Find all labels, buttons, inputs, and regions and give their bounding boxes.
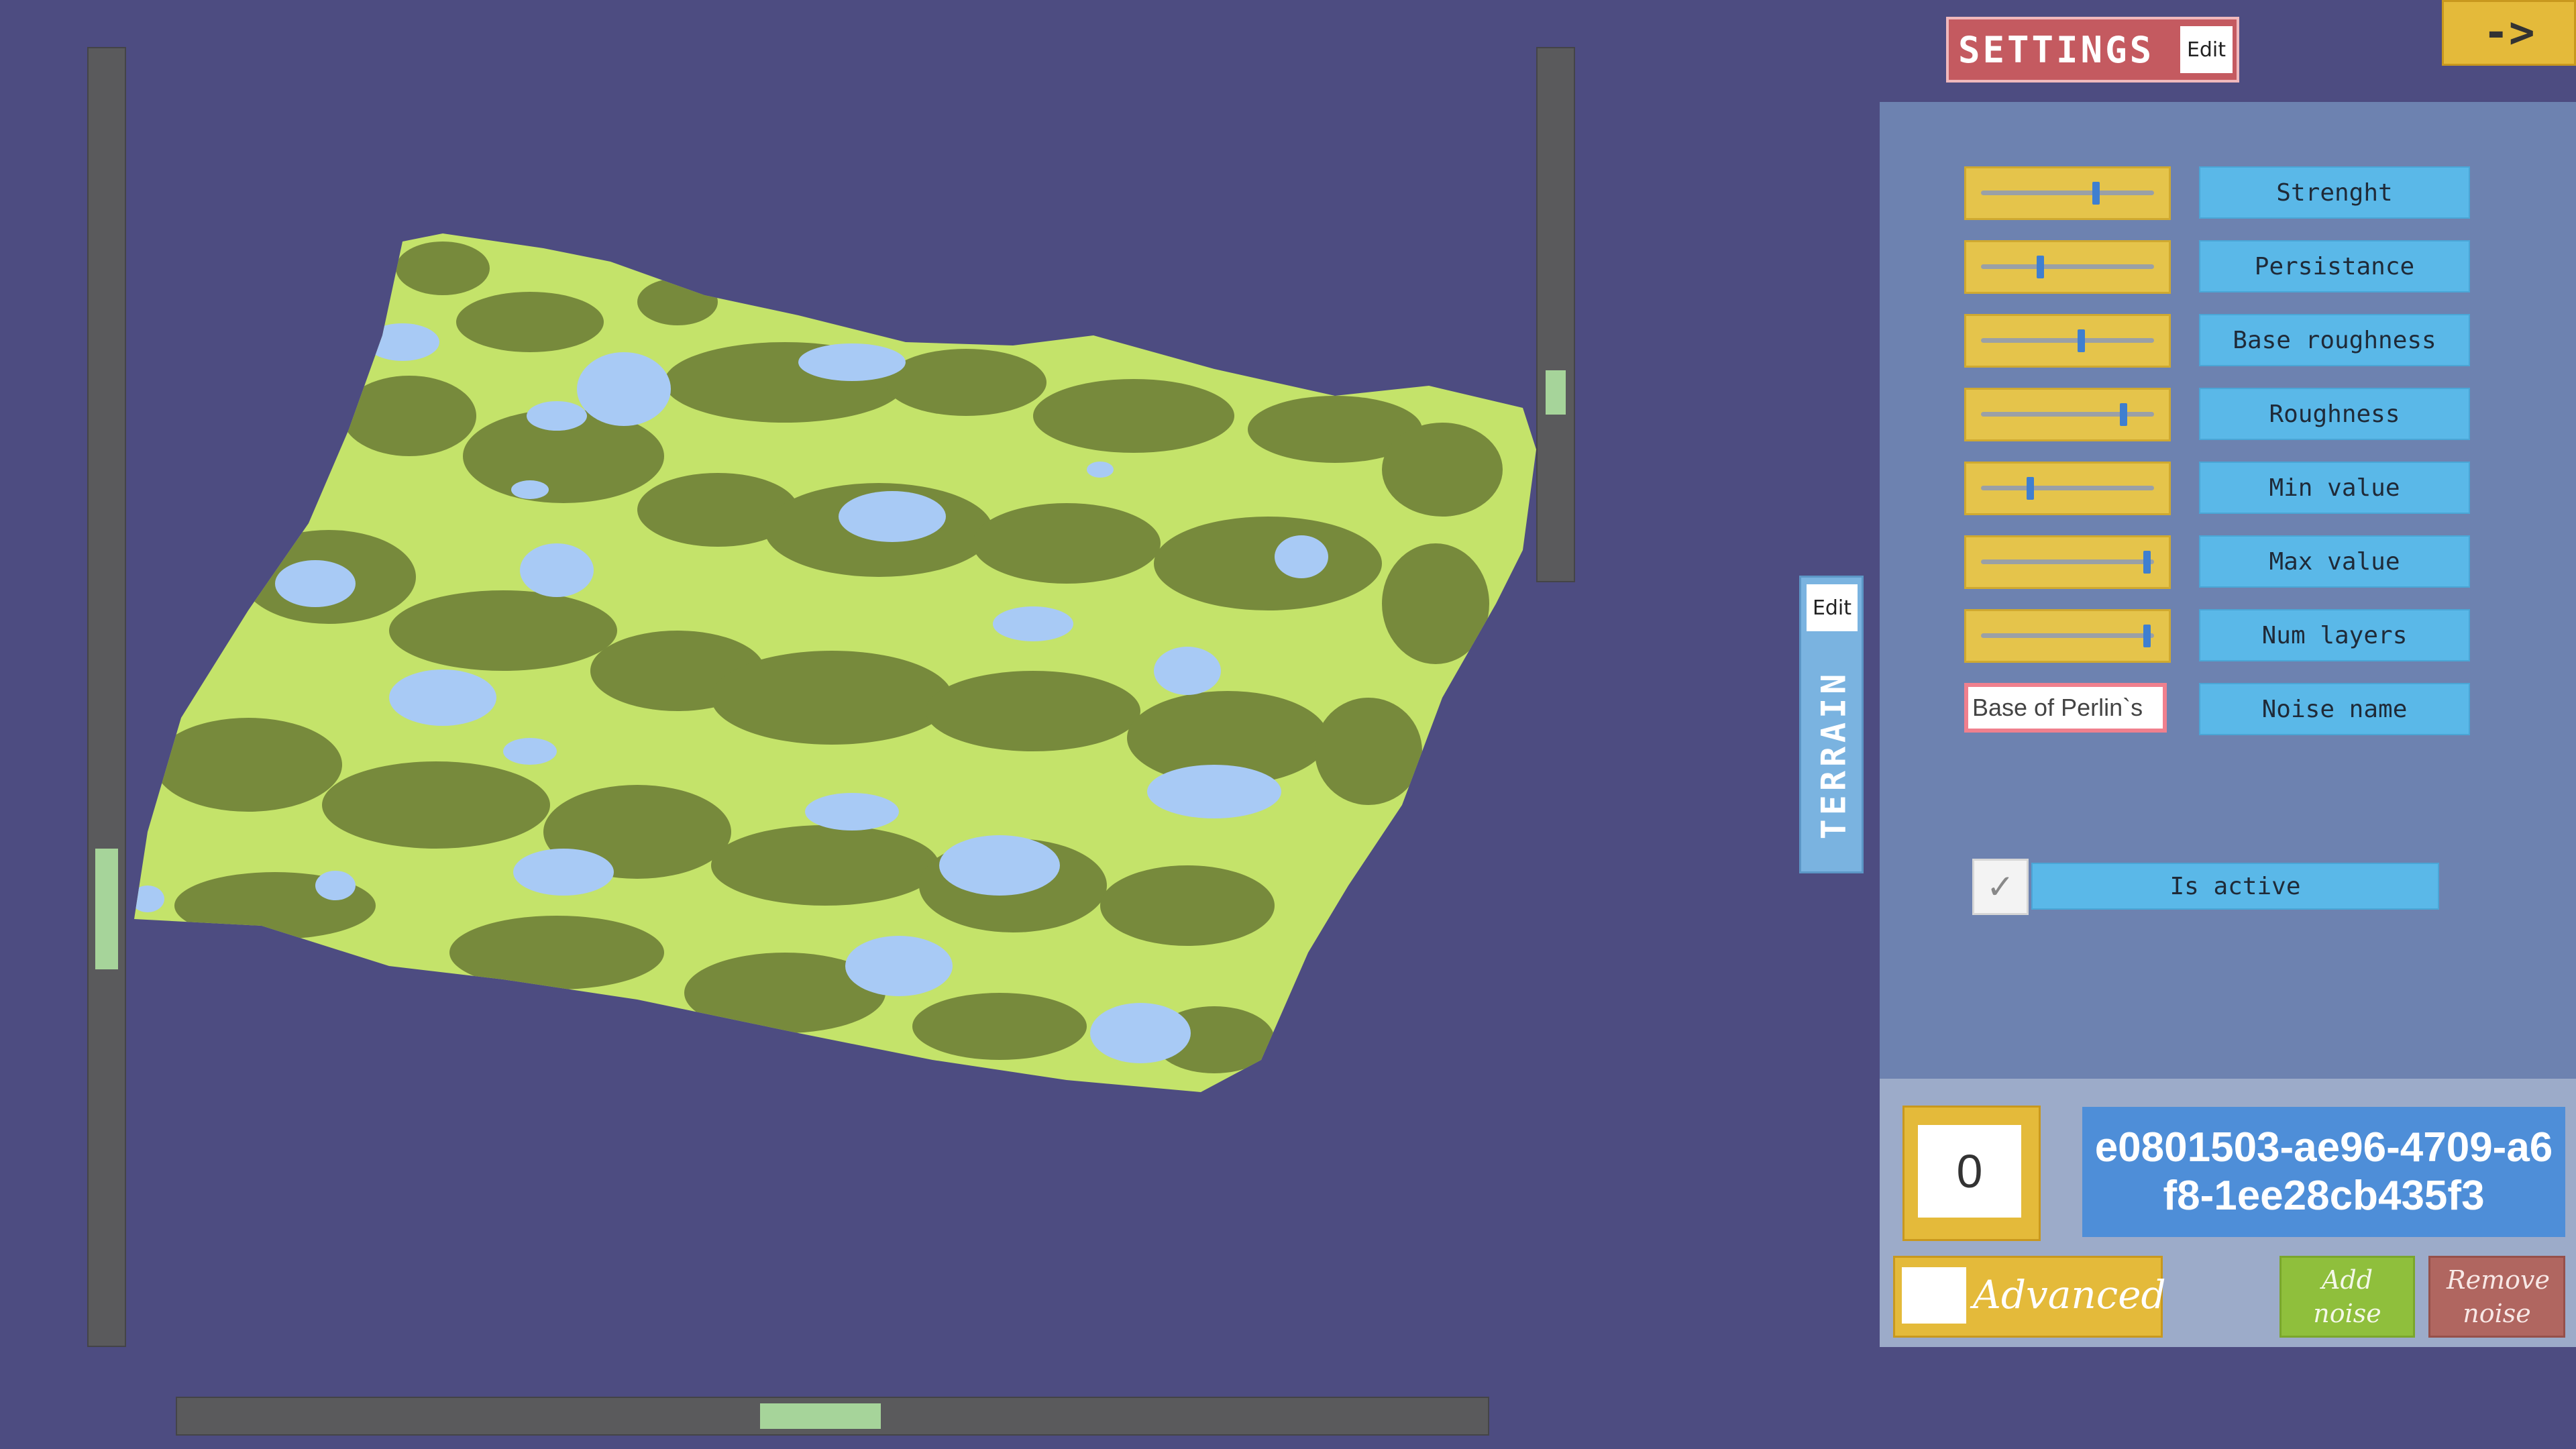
slider-track — [1981, 633, 2154, 638]
is-active-label: Is active — [2031, 863, 2439, 910]
left-scrollbar-thumb[interactable] — [95, 848, 118, 969]
slider-handle[interactable] — [2092, 182, 2100, 205]
param-row-persistance: Persistance — [1964, 240, 2474, 294]
slider-track — [1981, 264, 2154, 269]
remove-noise-button[interactable]: Remove noise — [2428, 1256, 2565, 1338]
noise-name-input[interactable] — [1964, 683, 2167, 733]
param-row-roughness: Roughness — [1964, 388, 2474, 441]
param-row-noise-name: Noise name — [1964, 683, 2474, 735]
num-layers-slider[interactable] — [1964, 609, 2171, 663]
param-row-strength: Strenght — [1964, 166, 2474, 220]
max-value-label: Max value — [2199, 535, 2470, 588]
param-row-num-layers: Num layers — [1964, 609, 2474, 663]
settings-tab[interactable]: SETTINGS Edit — [1946, 17, 2239, 83]
slider-track — [1981, 338, 2154, 343]
right-scrollbar-thumb[interactable] — [1546, 370, 1566, 415]
strength-slider[interactable] — [1964, 166, 2171, 220]
persistance-label: Persistance — [2199, 240, 2470, 292]
num-layers-label: Num layers — [2199, 609, 2470, 661]
terrain-viewport[interactable] — [127, 228, 1550, 1114]
terrain-edit-button[interactable]: Edit — [1807, 584, 1858, 631]
settings-edit-button[interactable]: Edit — [2180, 26, 2233, 73]
slider-track — [1981, 191, 2154, 195]
noise-index-value[interactable]: 0 — [1918, 1125, 2021, 1218]
param-row-base-roughness: Base roughness — [1964, 314, 2474, 368]
slider-handle[interactable] — [2119, 403, 2127, 426]
slider-track — [1981, 412, 2154, 417]
left-vertical-scrollbar[interactable] — [87, 47, 126, 1347]
bottom-scrollbar-thumb[interactable] — [760, 1403, 881, 1429]
slider-handle[interactable] — [2143, 625, 2151, 647]
settings-title: SETTINGS — [1958, 29, 2155, 71]
noise-controls-footer: 0 e0801503-ae96-4709-a6f8-1ee28cb435f3 A… — [1880, 1079, 2576, 1347]
is-active-checkbox[interactable]: ✓ — [1972, 859, 2029, 915]
terrain-tab[interactable]: Edit TERRAIN — [1799, 576, 1864, 873]
roughness-label: Roughness — [2199, 388, 2470, 440]
advanced-checkbox[interactable] — [1902, 1267, 1966, 1324]
max-value-slider[interactable] — [1964, 535, 2171, 589]
slider-handle[interactable] — [2037, 256, 2045, 278]
add-noise-button[interactable]: Add noise — [2279, 1256, 2415, 1338]
slider-track — [1981, 559, 2154, 564]
add-noise-label: Add noise — [2313, 1265, 2381, 1328]
right-vertical-scrollbar[interactable] — [1536, 47, 1575, 582]
check-icon: ✓ — [1986, 867, 2015, 906]
strength-label: Strenght — [2199, 166, 2470, 219]
slider-handle[interactable] — [2027, 477, 2035, 500]
next-arrow-button[interactable]: -> — [2442, 0, 2576, 66]
roughness-slider[interactable] — [1964, 388, 2171, 441]
settings-panel: Strenght Persistance Base roughness Roug… — [1880, 102, 2576, 1079]
param-row-min-value: Min value — [1964, 462, 2474, 515]
param-row-max-value: Max value — [1964, 535, 2474, 589]
slider-track — [1981, 486, 2154, 490]
terrain-tab-label: TERRAIN — [1814, 669, 1853, 840]
min-value-label: Min value — [2199, 462, 2470, 514]
noise-guid: e0801503-ae96-4709-a6f8-1ee28cb435f3 — [2082, 1107, 2565, 1237]
noise-name-label: Noise name — [2199, 683, 2470, 735]
remove-noise-label: Remove noise — [2447, 1265, 2550, 1328]
advanced-toggle[interactable]: Advanced — [1893, 1256, 2166, 1338]
noise-index-box: 0 — [1902, 1106, 2041, 1241]
base-roughness-label: Base roughness — [2199, 314, 2470, 366]
bottom-horizontal-scrollbar[interactable] — [176, 1397, 1489, 1436]
min-value-slider[interactable] — [1964, 462, 2171, 515]
advanced-label: Advanced — [1973, 1272, 2166, 1318]
base-roughness-slider[interactable] — [1964, 314, 2171, 368]
slider-handle[interactable] — [2143, 551, 2151, 574]
slider-handle[interactable] — [2077, 329, 2085, 352]
persistance-slider[interactable] — [1964, 240, 2171, 294]
